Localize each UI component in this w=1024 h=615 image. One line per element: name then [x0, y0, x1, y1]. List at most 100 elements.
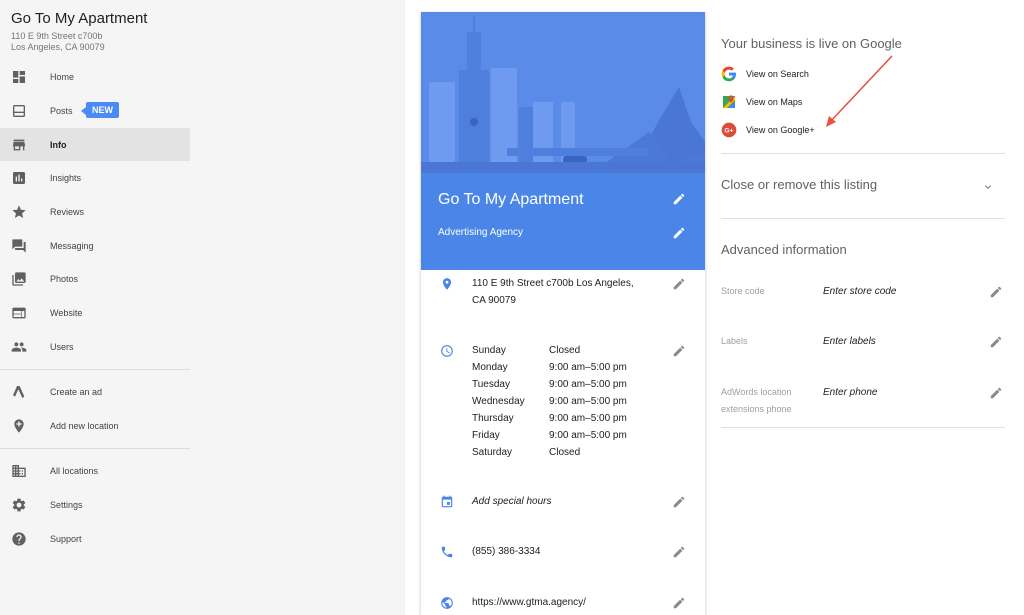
- star-icon: [11, 204, 27, 220]
- edit-hours-button[interactable]: [672, 344, 686, 358]
- building-icon: [11, 463, 27, 479]
- help-icon: [11, 531, 27, 547]
- hours-row: Wednesday 9:00 am–5:00 pm: [472, 393, 627, 410]
- add-location-icon: [11, 418, 27, 434]
- section-divider: [721, 153, 1005, 154]
- hours-time: 9:00 am–5:00 pm: [549, 413, 627, 424]
- users-icon: [11, 339, 27, 355]
- card-phone: (855) 386-3334: [472, 546, 541, 557]
- sidebar-item-label: Messaging: [50, 240, 94, 251]
- sidebar-item-label: Insights: [50, 172, 82, 183]
- view-on-maps-label: View on Maps: [746, 97, 803, 107]
- adwords-phone-label-line1: AdWords location: [721, 387, 792, 397]
- card-business-name: Go To My Apartment: [438, 191, 584, 208]
- hours-day: Saturday: [472, 447, 513, 458]
- edit-name-button[interactable]: [672, 192, 686, 206]
- hours-row: Sunday Closed: [472, 342, 627, 359]
- hours-time: 9:00 am–5:00 pm: [549, 396, 627, 407]
- edit-address-button[interactable]: [672, 277, 686, 291]
- view-on-search-link[interactable]: View on Search: [721, 66, 809, 82]
- live-status-title: Your business is live on Google: [721, 36, 902, 51]
- sidebar-divider: [0, 369, 190, 370]
- main-content: Go To My Apartment Advertising Agency 11…: [405, 0, 1024, 615]
- view-on-gplus-link[interactable]: G+ View on Google+: [721, 122, 815, 138]
- hours-row: Monday 9:00 am–5:00 pm: [472, 359, 627, 376]
- sidebar-item-insights[interactable]: Insights: [0, 161, 190, 194]
- hours-time: Closed: [549, 447, 581, 458]
- store-code-value[interactable]: Enter store code: [823, 286, 896, 297]
- edit-special-hours-button[interactable]: [672, 495, 686, 509]
- pencil-icon: [990, 336, 1002, 348]
- hours-day: Monday: [472, 362, 508, 373]
- hours-row: Thursday 9:00 am–5:00 pm: [472, 410, 627, 427]
- view-on-maps-link[interactable]: View on Maps: [721, 94, 802, 110]
- hours-row: Saturday Closed: [472, 444, 627, 461]
- google-g-icon: [721, 66, 737, 82]
- photo-icon: [11, 271, 27, 287]
- website-icon: [11, 305, 27, 321]
- edit-website-button[interactable]: [672, 596, 686, 610]
- sidebar-item-posts[interactable]: Posts NEW: [0, 94, 190, 127]
- sidebar-item-users[interactable]: Users: [0, 330, 190, 363]
- hours-day: Tuesday: [472, 379, 510, 390]
- sidebar-item-home[interactable]: Home: [0, 60, 190, 93]
- business-info-card: Go To My Apartment Advertising Agency 11…: [421, 12, 705, 615]
- labels-value[interactable]: Enter labels: [823, 336, 876, 347]
- business-address-line2: Los Angeles, CA 90079: [11, 42, 105, 52]
- hours-day: Thursday: [472, 413, 514, 424]
- sidebar-item-add-location[interactable]: Add new location: [0, 409, 190, 442]
- chevron-down-icon[interactable]: [982, 180, 994, 192]
- gear-icon: [11, 497, 27, 513]
- hours-day: Sunday: [472, 345, 506, 356]
- hours-day: Wednesday: [472, 396, 525, 407]
- sidebar-item-info[interactable]: Info: [0, 128, 190, 161]
- pencil-icon: [673, 546, 685, 558]
- calendar-icon: [440, 495, 454, 509]
- edit-phone-button[interactable]: [672, 545, 686, 559]
- edit-category-button[interactable]: [672, 226, 686, 240]
- phone-icon: [440, 545, 454, 559]
- sidebar-item-website[interactable]: Website: [0, 296, 190, 329]
- add-special-hours-link[interactable]: Add special hours: [472, 493, 552, 510]
- sidebar-item-label: Support: [50, 533, 82, 544]
- sidebar-item-create-ad[interactable]: Create an ad: [0, 375, 190, 408]
- city-illustration: [421, 12, 705, 173]
- dashboard-icon: [11, 69, 27, 85]
- view-on-search-label: View on Search: [746, 69, 809, 79]
- sidebar-item-label: Posts: [50, 105, 73, 116]
- sidebar-item-messaging[interactable]: Messaging: [0, 229, 190, 262]
- sidebar-item-support[interactable]: Support: [0, 522, 190, 555]
- card-website[interactable]: https://www.gtma.agency/: [472, 594, 586, 611]
- sidebar-item-settings[interactable]: Settings: [0, 488, 190, 521]
- edit-labels-button[interactable]: [989, 335, 1003, 349]
- business-address-line1: 110 E 9th Street c700b: [11, 31, 103, 41]
- card-title-band: [421, 173, 705, 270]
- sidebar: Go To My Apartment 110 E 9th Street c700…: [0, 0, 190, 615]
- pencil-icon: [673, 227, 685, 239]
- section-divider: [721, 427, 1005, 428]
- pencil-icon: [673, 345, 685, 357]
- sidebar-item-all-locations[interactable]: All locations: [0, 454, 190, 487]
- card-category: Advertising Agency: [438, 227, 524, 238]
- labels-label: Labels: [721, 336, 748, 346]
- store-icon: [11, 137, 27, 153]
- sidebar-item-reviews[interactable]: Reviews: [0, 195, 190, 228]
- sidebar-item-label: Home: [50, 71, 75, 82]
- hours-row: Friday 9:00 am–5:00 pm: [472, 427, 627, 444]
- clock-icon: [440, 344, 454, 358]
- sidebar-item-photos[interactable]: Photos: [0, 262, 190, 295]
- card-address-line1: 110 E 9th Street c700b Los Angeles,: [472, 278, 634, 289]
- pencil-icon: [673, 193, 685, 205]
- sidebar-item-label: Users: [50, 341, 74, 352]
- google-plus-icon: G+: [721, 122, 737, 138]
- location-pin-icon: [440, 277, 454, 291]
- adwords-phone-value[interactable]: Enter phone: [823, 387, 878, 398]
- hours-row: Tuesday 9:00 am–5:00 pm: [472, 376, 627, 393]
- edit-store-code-button[interactable]: [989, 285, 1003, 299]
- close-listing-toggle[interactable]: Close or remove this listing: [721, 177, 877, 192]
- card-address-line2: CA 90079: [472, 295, 516, 306]
- edit-adwords-phone-button[interactable]: [989, 386, 1003, 400]
- chat-icon: [11, 238, 27, 254]
- business-name: Go To My Apartment: [11, 10, 148, 27]
- sidebar-item-label: Create an ad: [50, 386, 103, 397]
